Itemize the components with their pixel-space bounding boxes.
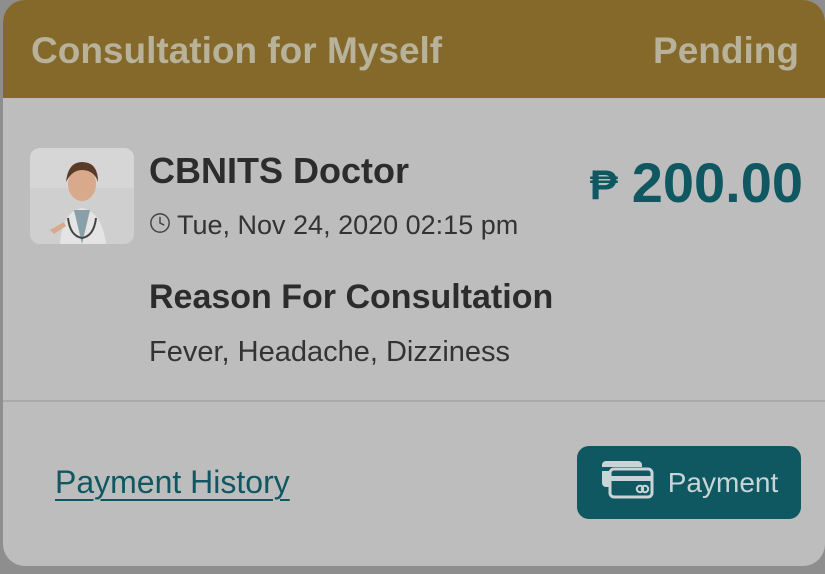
divider xyxy=(3,400,825,402)
consultation-card: Consultation for Myself Pending CBNITS D… xyxy=(3,0,825,566)
credit-cards-icon xyxy=(600,459,668,506)
doctor-name: CBNITS Doctor xyxy=(149,150,409,191)
consultation-title: Consultation for Myself xyxy=(31,30,443,71)
payment-button-label: Payment xyxy=(667,466,779,498)
datetime-text: Tue, Nov 24, 2020 02:15 pm xyxy=(177,210,519,240)
reason-heading: Reason For Consultation xyxy=(149,278,554,316)
clock-icon xyxy=(149,210,177,241)
currency-symbol: ₱ xyxy=(589,160,618,208)
payment-history-link[interactable]: Payment History xyxy=(55,464,290,501)
consultation-fee: ₱ 200.00 xyxy=(590,150,803,215)
payment-button[interactable]: Payment xyxy=(577,446,801,519)
appointment-datetime: Tue, Nov 24, 2020 02:15 pm xyxy=(149,210,518,241)
amount-value: 200.00 xyxy=(631,151,803,214)
card-header: Consultation for Myself Pending xyxy=(3,0,825,98)
reason-text: Fever, Headache, Dizziness xyxy=(149,336,511,368)
doctor-avatar xyxy=(30,148,134,244)
status-label: Pending xyxy=(653,30,799,71)
